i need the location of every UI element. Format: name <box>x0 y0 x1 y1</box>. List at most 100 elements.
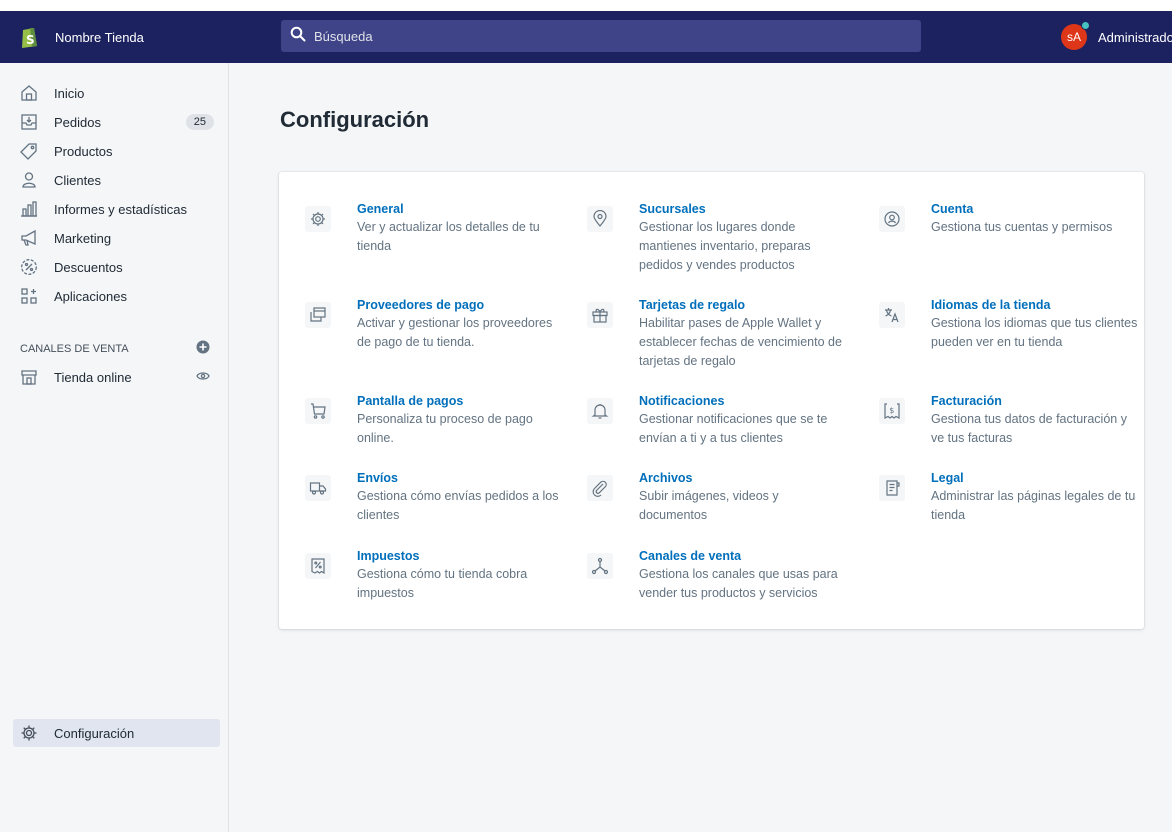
tile-title[interactable]: Proveedores de pago <box>357 297 567 313</box>
sidebar-item-tienda-online[interactable]: Tienda online <box>20 363 210 391</box>
svg-text:S: S <box>26 33 35 47</box>
sidebar-item-label: Clientes <box>54 172 101 188</box>
bell-icon <box>587 398 613 424</box>
sidebar: Inicio Pedidos 25 Productos Clientes Inf… <box>0 63 229 832</box>
legal-icon <box>879 475 905 501</box>
settings-tile-archivos[interactable]: Archivos Subir imágenes, videos y docume… <box>587 470 849 525</box>
settings-tile-proveedores-de-pago[interactable]: Proveedores de pago Activar y gestionar … <box>305 297 567 352</box>
gear-icon <box>305 206 331 232</box>
tile-title[interactable]: Facturación <box>931 393 1141 409</box>
eye-icon[interactable] <box>196 369 210 386</box>
account-icon <box>879 206 905 232</box>
top-bar: S Nombre Tienda sA Administrador <box>0 11 1172 63</box>
sidebar-item-label: Pedidos <box>54 114 101 130</box>
tile-title[interactable]: Cuenta <box>931 201 1141 217</box>
sidebar-item-descuentos[interactable]: Descuentos <box>20 253 214 281</box>
settings-tile-tarjetas-de-regalo[interactable]: Tarjetas de regalo Habilitar pases de Ap… <box>587 297 849 371</box>
gift-icon <box>587 302 613 328</box>
user-menu[interactable]: sA Administrador <box>1061 21 1172 50</box>
settings-tile-legal[interactable]: Legal Administrar las páginas legales de… <box>879 470 1141 525</box>
truck-icon <box>305 475 331 501</box>
sidebar-item-label: Configuración <box>54 725 135 741</box>
add-channel-icon[interactable] <box>196 340 210 357</box>
cart-icon <box>305 398 331 424</box>
tile-title[interactable]: Idiomas de la tienda <box>931 297 1141 313</box>
sidebar-item-pedidos[interactable]: Pedidos 25 <box>20 108 214 136</box>
sidebar-item-inicio[interactable]: Inicio <box>20 79 214 107</box>
tile-title[interactable]: Notificaciones <box>639 393 849 409</box>
store-brand[interactable]: S Nombre Tienda <box>0 25 229 49</box>
notification-dot <box>1081 21 1090 30</box>
sidebar-item-label: Marketing <box>54 230 112 246</box>
home-icon <box>20 84 38 102</box>
location-icon <box>587 206 613 232</box>
tax-icon <box>305 553 331 579</box>
tile-description: Habilitar pases de Apple Wallet y establ… <box>639 316 842 368</box>
sidebar-item-clientes[interactable]: Clientes <box>20 166 214 194</box>
tile-description: Subir imágenes, videos y documentos <box>639 489 779 522</box>
tile-title[interactable]: Tarjetas de regalo <box>639 297 849 313</box>
tile-description: Gestiona cómo tu tienda cobra impuestos <box>357 567 528 600</box>
orders-icon <box>20 113 38 131</box>
tile-description: Gestiona cómo envías pedidos a los clien… <box>357 489 559 522</box>
tile-description: Gestiona tus cuentas y permisos <box>931 220 1113 234</box>
search-bar[interactable] <box>281 20 921 52</box>
page-title: Configuración <box>280 107 430 132</box>
avatar[interactable]: sA <box>1061 21 1090 50</box>
tag-icon <box>20 142 38 160</box>
tile-title[interactable]: Envíos <box>357 470 567 486</box>
settings-tile-facturacion[interactable]: $ Facturación Gestiona tus datos de fact… <box>879 393 1141 448</box>
orders-count-badge: 25 <box>185 114 214 130</box>
tile-description: Gestiona los idiomas que tus clientes pu… <box>931 316 1138 349</box>
sidebar-item-aplicaciones[interactable]: Aplicaciones <box>20 282 214 310</box>
sidebar-item-label: Productos <box>54 143 113 159</box>
top-strip <box>0 0 1172 11</box>
settings-tile-impuestos[interactable]: Impuestos Gestiona cómo tu tienda cobra … <box>305 548 567 603</box>
apps-icon <box>20 287 38 305</box>
sidebar-item-informes[interactable]: Informes y estadísticas <box>20 195 214 223</box>
svg-text:$: $ <box>889 406 894 415</box>
tile-title[interactable]: Legal <box>931 470 1141 486</box>
tile-description: Gestionar notificaciones que se te envía… <box>639 412 828 445</box>
settings-tile-general[interactable]: General Ver y actualizar los detalles de… <box>305 201 567 256</box>
sidebar-item-label: Informes y estadísticas <box>54 201 187 217</box>
sidebar-item-label: Inicio <box>54 85 85 101</box>
settings-tile-sucursales[interactable]: Sucursales Gestionar los lugares donde m… <box>587 201 849 275</box>
tile-description: Gestiona tus datos de facturación y ve t… <box>931 412 1127 445</box>
tile-title[interactable]: Pantalla de pagos <box>357 393 567 409</box>
sidebar-item-label: Aplicaciones <box>54 288 127 304</box>
tile-title[interactable]: Impuestos <box>357 548 567 564</box>
sidebar-item-productos[interactable]: Productos <box>20 137 214 165</box>
payment-icon <box>305 302 331 328</box>
store-icon <box>20 368 38 386</box>
billing-icon: $ <box>879 398 905 424</box>
tile-description: Gestionar los lugares donde mantienes in… <box>639 220 811 272</box>
sidebar-item-label: Tienda online <box>54 369 132 385</box>
gear-icon <box>20 724 38 742</box>
shopify-logo-icon: S <box>20 25 40 49</box>
tile-description: Administrar las páginas legales de tu ti… <box>931 489 1136 522</box>
settings-card: General Ver y actualizar los detalles de… <box>279 172 1144 629</box>
settings-tile-canales-de-venta[interactable]: Canales de venta Gestiona los canales qu… <box>587 548 849 603</box>
avatar-initials: sA <box>1066 30 1081 44</box>
tile-title[interactable]: Archivos <box>639 470 849 486</box>
sidebar-item-label: Descuentos <box>54 259 123 275</box>
settings-tile-idiomas[interactable]: Idiomas de la tienda Gestiona los idioma… <box>879 297 1141 352</box>
search-input[interactable] <box>314 28 894 44</box>
sidebar-item-marketing[interactable]: Marketing <box>20 224 214 252</box>
tile-title[interactable]: Canales de venta <box>639 548 849 564</box>
tile-title[interactable]: General <box>357 201 567 217</box>
paperclip-icon <box>587 475 613 501</box>
tile-description: Activar y gestionar los proveedores de p… <box>357 316 553 349</box>
tile-description: Personaliza tu proceso de pago online. <box>357 412 533 445</box>
customer-icon <box>20 171 38 189</box>
store-name: Nombre Tienda <box>55 29 144 45</box>
tile-description: Ver y actualizar los detalles de tu tien… <box>357 220 540 253</box>
sidebar-item-configuracion[interactable]: Configuración <box>13 719 220 747</box>
settings-tile-cuenta[interactable]: Cuenta Gestiona tus cuentas y permisos <box>879 201 1141 237</box>
settings-tile-pantalla-de-pagos[interactable]: Pantalla de pagos Personaliza tu proceso… <box>305 393 567 448</box>
settings-tile-envios[interactable]: Envíos Gestiona cómo envías pedidos a lo… <box>305 470 567 525</box>
settings-tile-notificaciones[interactable]: Notificaciones Gestionar notificaciones … <box>587 393 849 448</box>
search-icon <box>290 26 306 47</box>
tile-title[interactable]: Sucursales <box>639 201 849 217</box>
